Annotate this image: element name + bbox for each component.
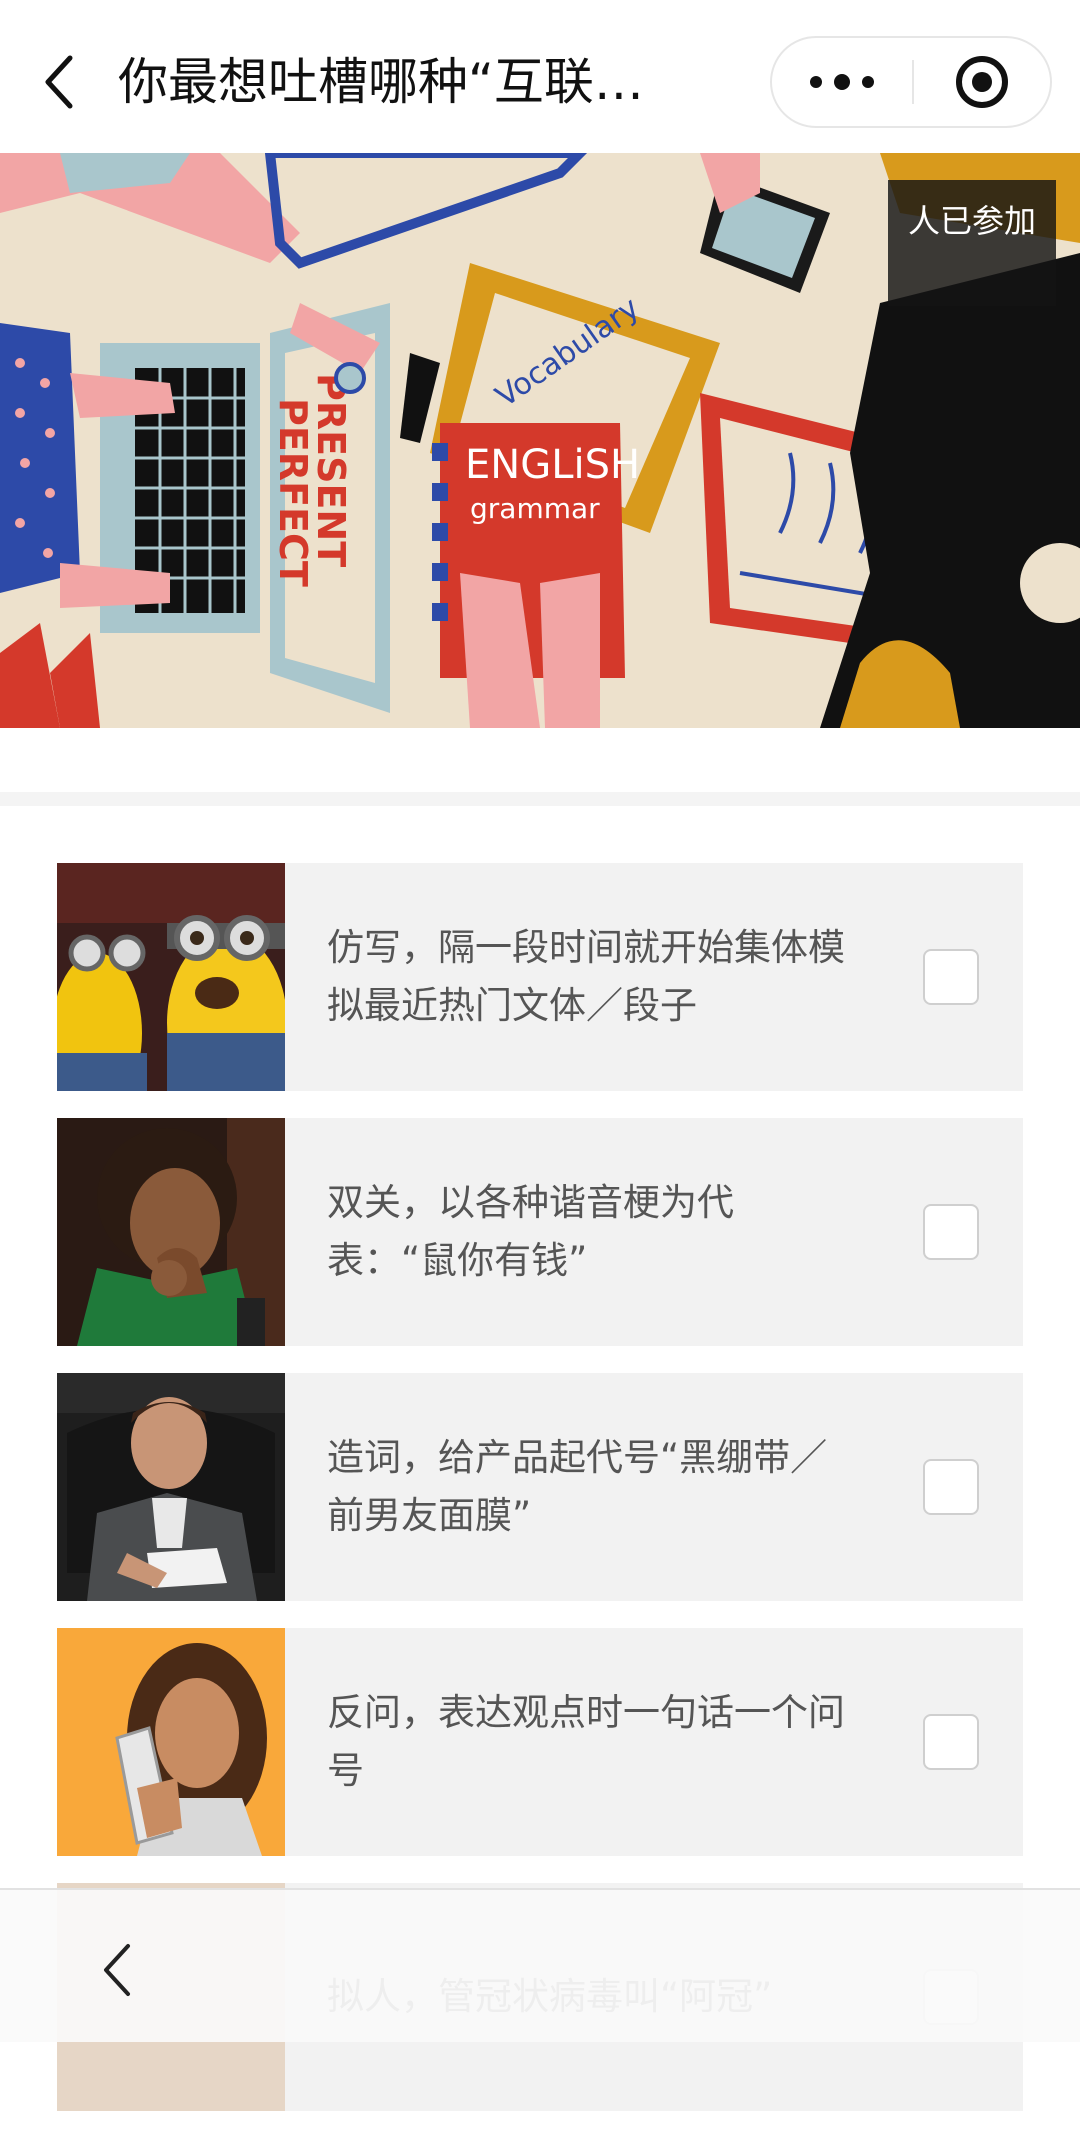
target-circle-icon [956, 56, 1008, 108]
option-thumbnail [57, 863, 285, 1091]
option-item[interactable]: 反问，表达观点时一句话一个问号 [57, 1628, 1023, 1856]
section-divider [0, 792, 1080, 806]
chevron-left-icon [104, 1944, 130, 1996]
svg-text:grammar: grammar [470, 492, 600, 525]
participants-badge: 人已参加 [888, 180, 1056, 306]
mini-program-capsule [770, 36, 1052, 128]
option-label: 反问，表达观点时一句话一个问号 [327, 1691, 845, 1792]
option-checkbox[interactable] [923, 1459, 979, 1515]
option-checkbox[interactable] [923, 949, 979, 1005]
option-item[interactable]: 造词，给产品起代号“黑绷带／前男友面膜” [57, 1373, 1023, 1601]
option-thumbnail [57, 1373, 285, 1601]
banner-image: PRESENT PERFECT Vocabulary ENGLiSH gramm… [0, 153, 1080, 728]
back-button[interactable] [30, 42, 90, 122]
option-label: 双关，以各种谐音梗为代表：“鼠你有钱” [327, 1181, 734, 1282]
more-dots-icon [810, 74, 874, 90]
option-checkbox[interactable] [923, 1204, 979, 1260]
more-button[interactable] [772, 38, 912, 126]
option-label: 造词，给产品起代号“黑绷带／前男友面膜” [327, 1436, 828, 1537]
bottom-back-button[interactable] [88, 1930, 148, 2010]
close-mini-program-button[interactable] [914, 38, 1050, 126]
option-thumbnail [57, 1628, 285, 1856]
option-label: 仿写，隔一段时间就开始集体模拟最近热门文体／段子 [327, 926, 845, 1027]
option-checkbox[interactable] [923, 1714, 979, 1770]
svg-text:PERFECT: PERFECT [271, 398, 315, 587]
option-item[interactable]: 双关，以各种谐音梗为代表：“鼠你有钱” [57, 1118, 1023, 1346]
bottom-nav-bar [0, 1888, 1080, 2042]
page-title: 你最想吐槽哪种“互联网… [118, 53, 678, 111]
option-thumbnail [57, 1118, 285, 1346]
chevron-left-icon [45, 55, 73, 109]
option-item[interactable]: 仿写，隔一段时间就开始集体模拟最近热门文体／段子 [57, 863, 1023, 1091]
nav-header: 你最想吐槽哪种“互联网… [0, 0, 1080, 153]
svg-text:ENGLiSH: ENGLiSH [465, 442, 640, 488]
